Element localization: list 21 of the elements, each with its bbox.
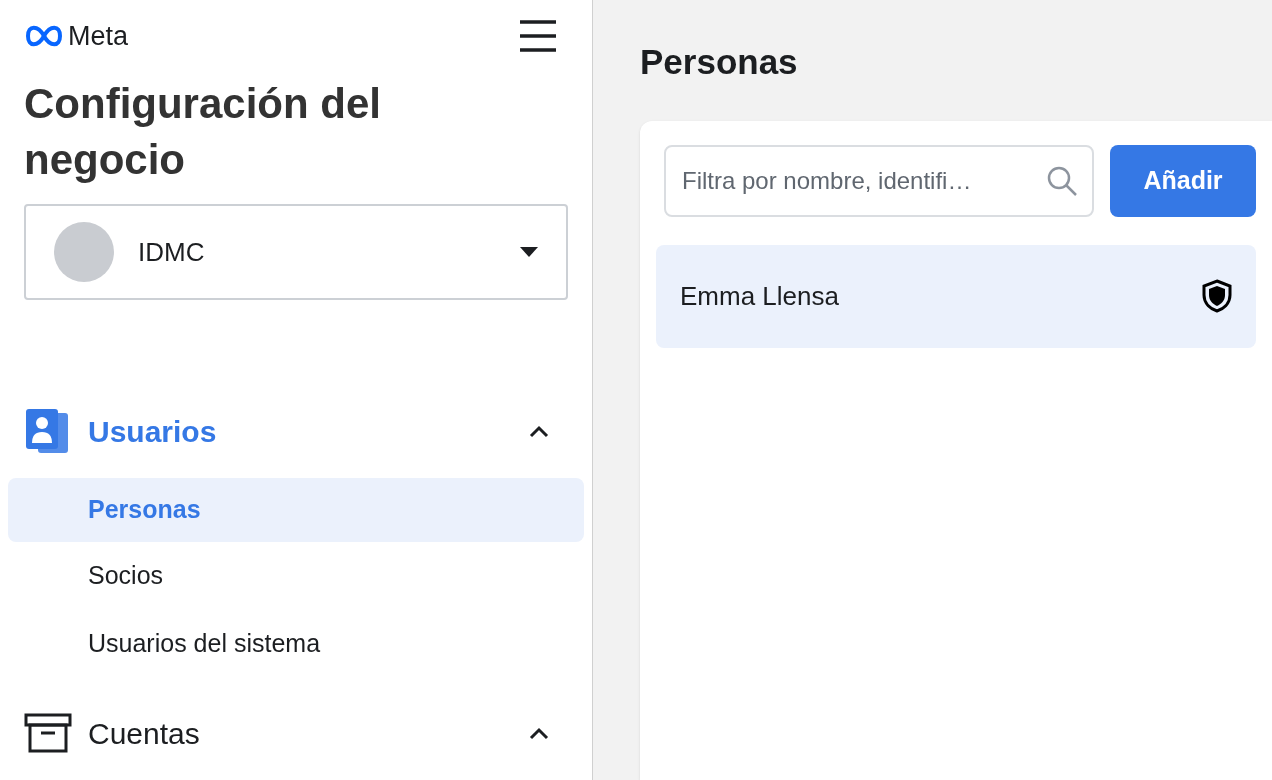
add-button[interactable]: Añadir	[1110, 144, 1256, 217]
search-icon	[1046, 164, 1078, 197]
chevron-up-icon[interactable]	[528, 726, 550, 740]
menu-icon[interactable]	[520, 20, 556, 52]
page-title: Configuración del negocio	[23, 79, 382, 185]
chevron-up-icon[interactable]	[528, 424, 550, 438]
search-field[interactable]: Filtra por nombre, identifi…	[664, 144, 1094, 217]
nav-item[interactable]: Personas	[8, 478, 584, 542]
person-row[interactable]: Emma Llensa	[656, 244, 1256, 348]
avatar	[54, 222, 114, 282]
nav-section[interactable]: Usuarios	[0, 400, 592, 462]
nav-section[interactable]: Cuentas	[0, 702, 592, 764]
nav-item[interactable]: Socios	[8, 542, 584, 610]
logo-text: Meta	[68, 22, 129, 50]
caret-down-icon	[520, 247, 538, 257]
shield-icon	[1202, 279, 1232, 313]
infinity-logo-icon	[24, 25, 64, 47]
account-dropdown[interactable]: IDMC	[24, 204, 568, 300]
archive-box-icon	[24, 713, 72, 753]
nav-item[interactable]: Usuarios del sistema	[8, 610, 584, 678]
section-heading: Personas	[640, 41, 799, 83]
